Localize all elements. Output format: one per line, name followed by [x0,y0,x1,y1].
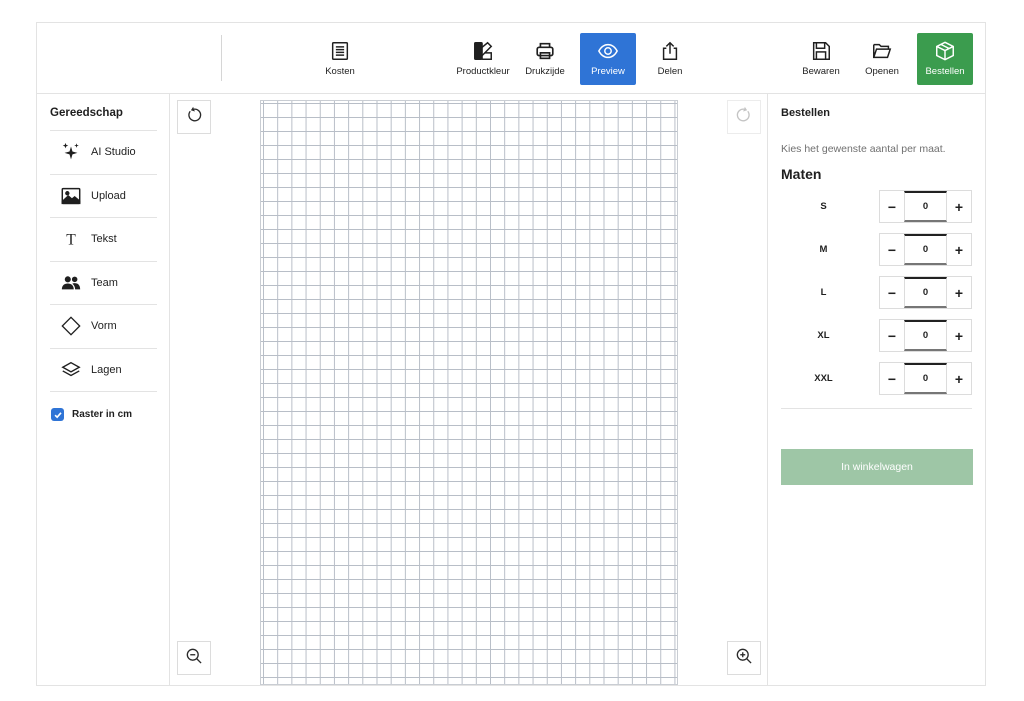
tool-label: Upload [91,189,126,202]
decrement-button[interactable]: − [880,234,904,265]
design-canvas-area [170,94,767,685]
zoom-out-button[interactable] [177,641,211,675]
redo-icon [734,105,754,130]
size-row-xxl: XXL − + [781,362,974,395]
tool-label: Tekst [91,233,117,246]
tool-label: Team [91,276,118,289]
order-instruction: Kies het gewenste aantal per maat. [781,143,946,155]
undo-icon [184,105,204,130]
eye-icon [597,40,619,62]
increment-button[interactable]: + [947,277,971,308]
tool-shape[interactable]: Vorm [50,305,157,349]
tool-team[interactable]: Team [50,262,157,305]
open-label: Openen [865,66,899,77]
share-icon [659,40,681,62]
top-toolbar: Kosten Productkleur Drukzijde Preview De [37,23,985,94]
box-icon [934,40,956,62]
size-row-xl: XL − + [781,319,974,352]
layers-icon [60,359,82,381]
product-color-button[interactable]: Productkleur [453,33,513,85]
order-panel: Bestellen Kies het gewenste aantal per m… [767,94,985,685]
decrement-button[interactable]: − [880,191,904,222]
quantity-stepper: − + [879,276,972,309]
folder-icon [871,40,893,62]
sparkles-icon [60,141,82,163]
image-icon [60,185,82,207]
tool-text[interactable]: T Tekst [50,218,157,262]
increment-button[interactable]: + [947,234,971,265]
quantity-input[interactable] [904,363,947,394]
quantity-stepper: − + [879,190,972,223]
zoom-out-icon [184,646,204,671]
preview-button[interactable]: Preview [580,33,636,85]
product-color-label: Productkleur [456,66,510,77]
designer-app: Kosten Productkleur Drukzijde Preview De [36,22,986,686]
tool-label: Vorm [91,320,117,333]
floppy-disk-icon [810,40,832,62]
costs-label: Kosten [325,66,355,77]
grid-cm-checkbox[interactable] [51,408,64,421]
decrement-button[interactable]: − [880,320,904,351]
tools-panel-title: Gereedschap [50,107,123,119]
size-label: L [820,287,827,298]
tools-list: AI Studio Upload T Tekst Team Vorm Lagen [50,130,157,392]
size-label: XXL [814,373,833,384]
share-button[interactable]: Delen [649,33,691,85]
size-row-m: M − + [781,233,974,266]
size-label: S [820,201,827,212]
zoom-in-icon [734,646,754,671]
quantity-stepper: − + [879,319,972,352]
print-side-button[interactable]: Drukzijde [521,33,569,85]
decrement-button[interactable]: − [880,363,904,394]
share-label: Delen [657,66,683,77]
text-icon: T [60,228,82,250]
grid-canvas[interactable] [260,100,678,685]
save-button[interactable]: Bewaren [797,33,845,85]
toolbar-divider [221,35,222,81]
quantity-input[interactable] [904,320,947,351]
team-icon [60,272,82,294]
sizes-heading: Maten [781,166,822,182]
diamond-shape-icon [60,315,82,337]
redo-button[interactable] [727,100,761,134]
tools-panel: Gereedschap AI Studio Upload T Tekst Tea… [37,94,170,685]
size-row-l: L − + [781,276,974,309]
grid-cm-option: Raster in cm [51,408,132,421]
tool-label: Lagen [91,363,122,376]
quantity-input[interactable] [904,191,947,222]
size-label: XL [817,330,830,341]
size-label: M [819,244,828,255]
add-to-cart-button[interactable]: In winkelwagen [781,449,973,485]
decrement-button[interactable]: − [880,277,904,308]
checkmark-icon [54,411,62,418]
order-toolbar-label: Bestellen [925,66,965,77]
order-divider [781,408,972,409]
save-label: Bewaren [802,66,840,77]
tool-upload[interactable]: Upload [50,175,157,218]
zoom-in-button[interactable] [727,641,761,675]
open-button[interactable]: Openen [859,33,905,85]
svg-text:T: T [66,232,76,249]
tool-label: AI Studio [91,146,136,159]
order-toolbar-button[interactable]: Bestellen [917,33,973,85]
tool-ai-studio[interactable]: AI Studio [50,131,157,175]
color-swatch-icon [472,40,494,62]
increment-button[interactable]: + [947,363,971,394]
quantity-input[interactable] [904,277,947,308]
increment-button[interactable]: + [947,320,971,351]
quantity-stepper: − + [879,362,972,395]
costs-button[interactable]: Kosten [316,33,364,85]
printer-icon [534,40,556,62]
receipt-icon [329,40,351,62]
preview-label: Preview [591,66,625,77]
print-side-label: Drukzijde [525,66,565,77]
order-panel-title: Bestellen [781,107,830,119]
quantity-stepper: − + [879,233,972,266]
undo-button[interactable] [177,100,211,134]
tool-layers[interactable]: Lagen [50,349,157,392]
quantity-input[interactable] [904,234,947,265]
size-row-s: S − + [781,190,974,223]
increment-button[interactable]: + [947,191,971,222]
grid-cm-label: Raster in cm [72,409,133,420]
